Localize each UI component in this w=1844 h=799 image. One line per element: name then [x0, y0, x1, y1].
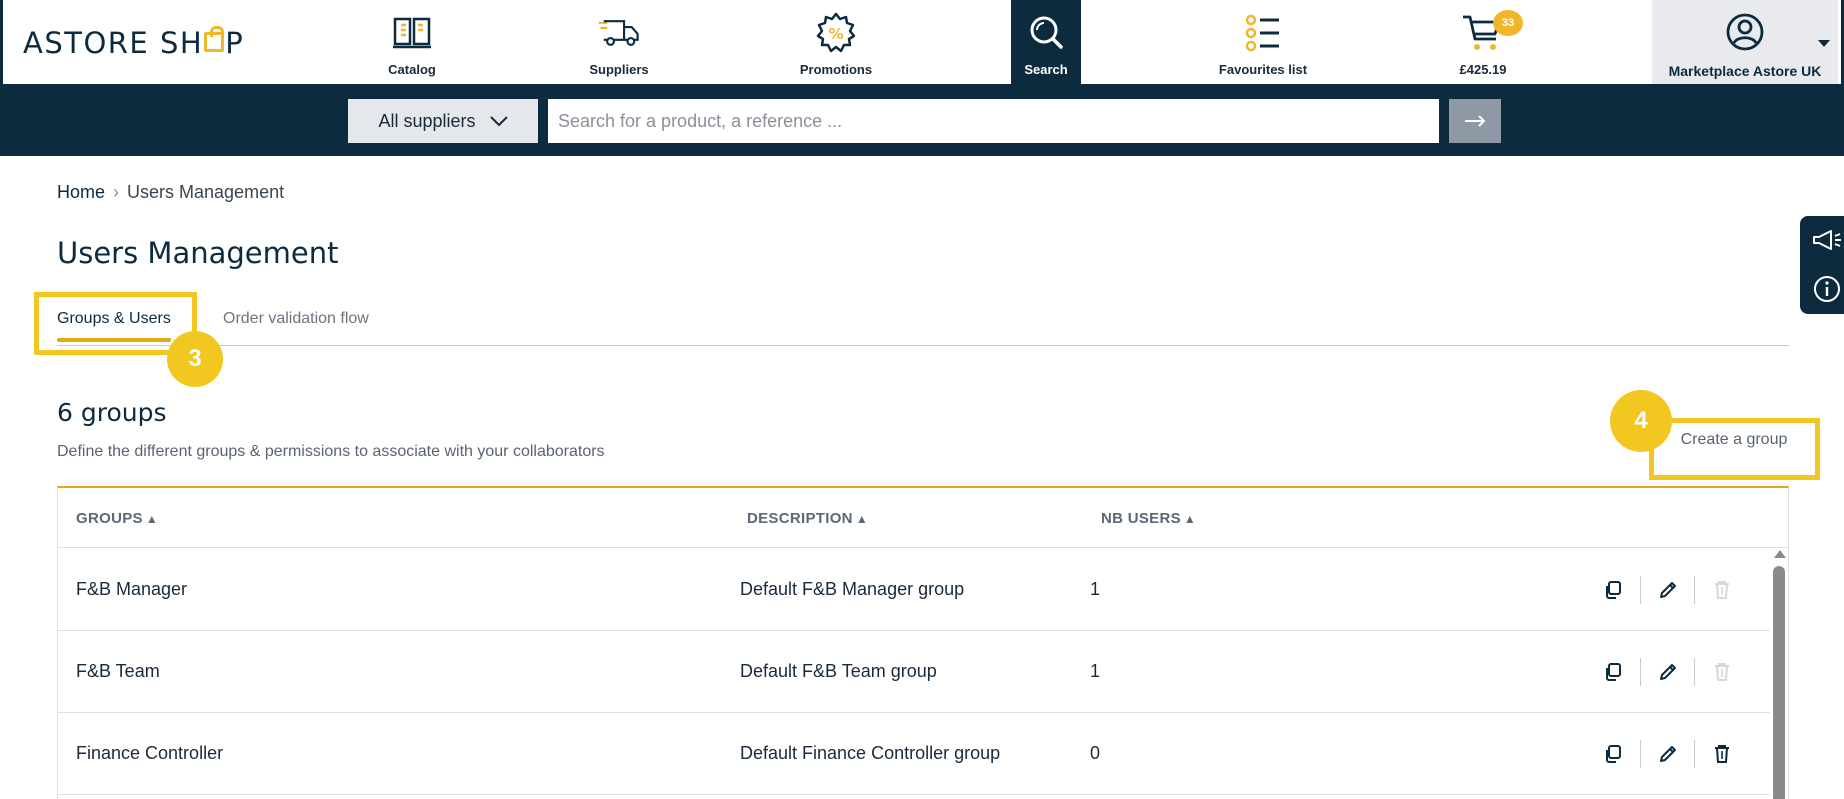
page-title: Users Management [57, 236, 339, 270]
list-icon [1241, 12, 1285, 54]
search-icon [1024, 12, 1068, 54]
breadcrumb-home-link[interactable]: Home [57, 182, 105, 203]
side-help-widget [1800, 216, 1844, 314]
edit-group-button[interactable] [1640, 658, 1694, 686]
search-input[interactable] [548, 99, 1439, 143]
row-actions [1586, 576, 1748, 604]
catalog-icon [390, 12, 434, 54]
copy-icon [1606, 745, 1621, 763]
logo-text: ASTORE SH [23, 26, 204, 60]
supplier-select-value: All suppliers [378, 110, 476, 131]
announcements-button[interactable] [1811, 228, 1843, 252]
row-actions [1586, 658, 1748, 686]
edit-group-button[interactable] [1640, 576, 1694, 604]
group-user-count: 1 [1090, 579, 1101, 599]
nav-suppliers[interactable]: Suppliers [584, 0, 654, 84]
nav-search[interactable]: Search [1011, 0, 1081, 84]
delete-group-button-disabled [1694, 576, 1748, 604]
groups-count-title: 6 groups [57, 398, 167, 427]
group-user-count: 0 [1090, 743, 1101, 763]
breadcrumb: Home › Users Management [57, 182, 284, 203]
group-name: F&B Manager [76, 579, 188, 599]
highlight-box-step-4 [1649, 418, 1820, 480]
account-label: Marketplace Astore UK [1668, 63, 1822, 79]
edit-group-button[interactable] [1640, 740, 1694, 768]
column-header-description[interactable]: DESCRIPTION ▲ [747, 510, 868, 527]
trash-icon [1714, 745, 1729, 763]
delete-group-button[interactable] [1694, 740, 1748, 768]
group-description: Default F&B Team group [740, 661, 937, 681]
breadcrumb-separator: › [113, 182, 120, 202]
column-header-nb-users[interactable]: NB USERS ▲ [1101, 510, 1196, 527]
promotion-badge-icon: % [814, 12, 858, 54]
table-header: GROUPS ▲ DESCRIPTION ▲ NB USERS ▲ [58, 488, 1788, 548]
trash-icon [1714, 663, 1729, 681]
sort-ascending-icon: ▲ [145, 511, 158, 526]
nav-catalog[interactable]: Catalog [379, 0, 445, 84]
nav-suppliers-label: Suppliers [589, 62, 649, 77]
groups-description: Define the different groups & permission… [57, 443, 605, 460]
supplier-select[interactable]: All suppliers [348, 99, 538, 143]
nav-promotions-label: Promotions [799, 62, 873, 77]
row-actions [1586, 740, 1748, 768]
logo-text-end: P [225, 26, 245, 60]
step-badge-3: 3 [167, 331, 223, 387]
nav-promotions[interactable]: % Promotions [793, 0, 879, 84]
scroll-up-arrow-icon[interactable] [1774, 550, 1786, 558]
duplicate-group-button[interactable] [1586, 576, 1640, 604]
table-row: Finance Controller Default Finance Contr… [58, 713, 1770, 795]
trash-icon [1714, 581, 1729, 599]
group-description: Default F&B Manager group [740, 579, 965, 599]
breadcrumb-current: Users Management [127, 182, 285, 202]
tab-bar: Groups & Users Order validation flow [57, 300, 1789, 346]
chevron-down-icon [489, 116, 508, 127]
nav-search-label: Search [1024, 62, 1068, 77]
table-scrollbar[interactable] [1770, 550, 1788, 799]
group-name: Finance Controller [76, 743, 224, 763]
delete-group-button-disabled [1694, 658, 1748, 686]
table-row: F&B Manager Default F&B Manager group 1 [58, 549, 1770, 631]
scrollbar-thumb[interactable] [1773, 566, 1785, 799]
group-description: Default Finance Controller group [740, 743, 1001, 763]
group-name: F&B Team [76, 661, 160, 681]
account-menu[interactable]: Marketplace Astore UK [1652, 0, 1838, 84]
duplicate-group-button[interactable] [1586, 658, 1640, 686]
column-header-description-label: DESCRIPTION [747, 510, 853, 527]
nav-catalog-label: Catalog [388, 62, 436, 77]
search-bar: All suppliers [0, 84, 1844, 156]
sort-ascending-icon: ▲ [855, 511, 868, 526]
megaphone-icon [1813, 229, 1841, 250]
top-navigation: ASTORE SH P Catalog Suppliers % Promotion… [0, 0, 1844, 84]
pencil-icon [1659, 746, 1676, 762]
brand-logo[interactable]: ASTORE SH P [23, 26, 244, 60]
group-user-count: 1 [1090, 661, 1101, 681]
cart-count-badge: 33 [1493, 10, 1523, 36]
truck-icon [597, 12, 641, 54]
search-submit-button[interactable] [1449, 99, 1501, 143]
copy-icon [1606, 581, 1621, 599]
table-row: F&B Team Default F&B Team group 1 [58, 631, 1770, 713]
column-header-groups-label: GROUPS [76, 510, 143, 527]
chevron-down-icon [1818, 40, 1830, 47]
tab-order-validation-flow[interactable]: Order validation flow [223, 310, 369, 340]
copy-icon [1606, 663, 1621, 681]
info-icon [1814, 275, 1840, 302]
duplicate-group-button[interactable] [1586, 740, 1640, 768]
shopping-bag-icon [204, 26, 225, 52]
nav-favourites[interactable]: Favourites list [1217, 0, 1309, 84]
info-button[interactable] [1813, 275, 1841, 303]
column-header-nb-users-label: NB USERS [1101, 510, 1181, 527]
pencil-icon [1659, 664, 1676, 680]
arrow-right-icon [1465, 115, 1486, 127]
nav-cart-total: £425.19 [1459, 62, 1507, 77]
pencil-icon [1659, 582, 1676, 598]
nav-favourites-label: Favourites list [1218, 62, 1308, 77]
step-badge-4: 4 [1610, 390, 1672, 452]
sort-ascending-icon: ▲ [1183, 511, 1197, 526]
svg-text:%: % [828, 25, 843, 43]
user-avatar-icon [1725, 12, 1765, 57]
column-header-groups[interactable]: GROUPS ▲ [76, 510, 158, 527]
groups-table: GROUPS ▲ DESCRIPTION ▲ NB USERS ▲ F&B Ma… [57, 486, 1789, 799]
